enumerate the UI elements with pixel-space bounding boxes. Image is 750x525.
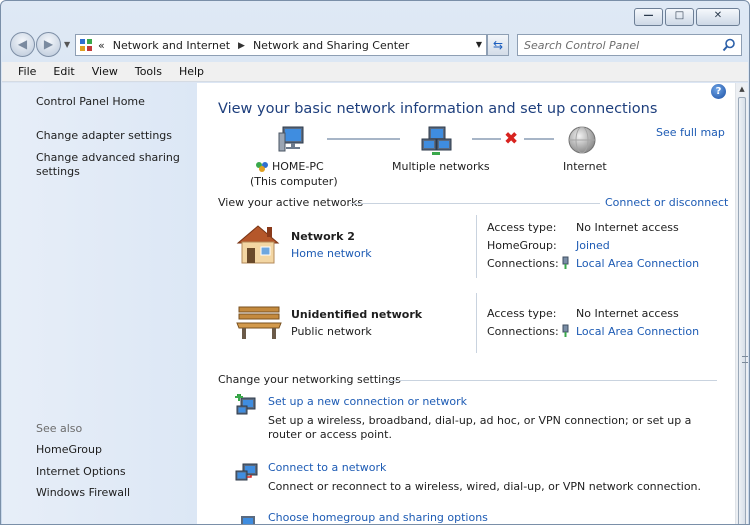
public-network-bench-icon[interactable] bbox=[235, 303, 283, 341]
connection-line-network-left bbox=[472, 138, 501, 140]
menu-view[interactable]: View bbox=[84, 62, 127, 81]
local-area-connection-link[interactable]: Local Area Connection bbox=[576, 325, 699, 338]
choose-homegroup-sharing-link[interactable]: Choose homegroup and sharing options bbox=[268, 511, 488, 524]
connections-label: Connections: bbox=[487, 325, 559, 338]
unidentified-network-divider bbox=[476, 293, 477, 353]
vertical-scrollbar[interactable]: ▲ bbox=[735, 83, 748, 524]
search-input[interactable] bbox=[518, 35, 713, 55]
access-type-value: No Internet access bbox=[576, 307, 679, 320]
no-connection-x-icon[interactable]: ✖ bbox=[504, 131, 518, 148]
home-network-link[interactable]: Home network bbox=[291, 247, 372, 260]
forward-button[interactable]: ▶ bbox=[36, 32, 61, 57]
homegroup-icon bbox=[256, 162, 268, 172]
menu-edit[interactable]: Edit bbox=[45, 62, 83, 81]
change-adapter-settings-link[interactable]: Change adapter settings bbox=[36, 129, 172, 143]
address-dropdown-icon[interactable]: ▼ bbox=[476, 40, 482, 49]
connect-to-network-description: Connect or reconnect to a wireless, wire… bbox=[268, 480, 702, 493]
change-settings-label: Change your networking settings bbox=[218, 373, 401, 386]
change-settings-rule bbox=[386, 380, 717, 381]
homegroup-joined-link[interactable]: Joined bbox=[576, 239, 610, 252]
back-button[interactable]: ◀ bbox=[10, 32, 35, 57]
see-full-map-link[interactable]: See full map bbox=[656, 126, 725, 139]
search-box[interactable] bbox=[517, 34, 742, 56]
search-icon[interactable] bbox=[722, 38, 736, 52]
scrollbar-grip-icon bbox=[742, 356, 748, 363]
internet-label: Internet bbox=[563, 160, 607, 173]
window-frame: — □ ✕ ◀ ▶ ▼ « Network and Internet ▶ Net… bbox=[0, 0, 750, 525]
internet-globe-icon[interactable] bbox=[567, 125, 597, 155]
ethernet-icon bbox=[562, 256, 569, 269]
network-2-name: Network 2 bbox=[291, 230, 355, 243]
help-icon[interactable]: ? bbox=[711, 84, 726, 99]
close-button[interactable]: ✕ bbox=[696, 8, 740, 26]
windows-firewall-link[interactable]: Windows Firewall bbox=[36, 486, 130, 500]
local-area-connection-link[interactable]: Local Area Connection bbox=[576, 257, 699, 270]
access-type-label: Access type: bbox=[487, 221, 557, 234]
menu-help[interactable]: Help bbox=[171, 62, 213, 81]
task-pane: Control Panel Home Change adapter settin… bbox=[2, 83, 197, 524]
multiple-networks-icon[interactable] bbox=[420, 125, 452, 157]
connection-line-network-right bbox=[524, 138, 554, 140]
this-computer-caption: (This computer) bbox=[250, 175, 338, 188]
recent-pages-dropdown-icon[interactable]: ▼ bbox=[64, 40, 70, 49]
forward-arrow-icon: ▶ bbox=[43, 37, 54, 51]
breadcrumb-network-and-sharing-center[interactable]: Network and Sharing Center bbox=[253, 39, 409, 52]
see-also-label: See also bbox=[36, 422, 83, 435]
internet-options-link[interactable]: Internet Options bbox=[36, 465, 126, 479]
breadcrumb: « Network and Internet ▶ Network and Sha… bbox=[98, 39, 409, 52]
address-bar[interactable]: « Network and Internet ▶ Network and Sha… bbox=[75, 34, 487, 56]
refresh-icon: ⇆ bbox=[492, 38, 504, 52]
menu-file[interactable]: File bbox=[10, 62, 45, 81]
scroll-up-icon[interactable]: ▲ bbox=[736, 85, 748, 93]
connect-to-network-link[interactable]: Connect to a network bbox=[268, 461, 386, 474]
connection-line-computer-network bbox=[327, 138, 400, 140]
close-icon: ✕ bbox=[713, 10, 723, 21]
page-title: View your basic network information and … bbox=[218, 101, 658, 117]
connect-or-disconnect-link[interactable]: Connect or disconnect bbox=[605, 196, 728, 209]
control-panel-home-link[interactable]: Control Panel Home bbox=[36, 95, 145, 109]
maximize-icon: □ bbox=[674, 10, 685, 21]
ethernet-icon bbox=[562, 324, 569, 337]
breadcrumb-separator-icon[interactable]: ▶ bbox=[238, 41, 245, 51]
change-advanced-sharing-settings-link[interactable]: Change advanced sharing settings bbox=[36, 151, 186, 179]
refresh-button[interactable]: ⇆ bbox=[487, 34, 509, 56]
window-caption-buttons: — □ ✕ bbox=[634, 8, 740, 26]
access-type-value: No Internet access bbox=[576, 221, 679, 234]
homegroup-label: HomeGroup: bbox=[487, 239, 557, 252]
back-arrow-icon: ◀ bbox=[17, 37, 28, 51]
minimize-button[interactable]: — bbox=[634, 8, 663, 26]
multiple-networks-label: Multiple networks bbox=[392, 160, 490, 173]
homegroup-sharing-icon[interactable] bbox=[235, 513, 259, 525]
network-2-divider bbox=[476, 215, 477, 278]
homegroup-link[interactable]: HomeGroup bbox=[36, 443, 102, 457]
connections-label: Connections: bbox=[487, 257, 559, 270]
active-networks-label: View your active networks bbox=[218, 196, 364, 209]
new-connection-icon[interactable] bbox=[235, 394, 259, 416]
navigation-bar: ◀ ▶ ▼ « Network and Internet ▶ Network a… bbox=[1, 31, 749, 59]
home-network-house-icon[interactable] bbox=[234, 223, 282, 265]
menu-tools[interactable]: Tools bbox=[127, 62, 171, 81]
unidentified-network-name: Unidentified network bbox=[291, 308, 423, 321]
connect-to-network-icon[interactable] bbox=[235, 461, 259, 483]
maximize-button[interactable]: □ bbox=[665, 8, 694, 26]
setup-new-connection-description: Set up a wireless, broadband, dial-up, a… bbox=[268, 414, 692, 441]
menu-bar: File Edit View Tools Help bbox=[2, 62, 748, 82]
access-type-label: Access type: bbox=[487, 307, 557, 320]
scrollbar-thumb[interactable] bbox=[738, 97, 748, 524]
breadcrumb-overflow[interactable]: « bbox=[98, 39, 105, 52]
minimize-icon: — bbox=[643, 10, 654, 21]
setup-new-connection-link[interactable]: Set up a new connection or network bbox=[268, 395, 467, 408]
public-network-label: Public network bbox=[291, 325, 372, 338]
computer-name-label: HOME-PC bbox=[272, 160, 324, 173]
control-panel-icon bbox=[80, 39, 93, 51]
active-networks-rule bbox=[350, 203, 600, 204]
breadcrumb-network-and-internet[interactable]: Network and Internet bbox=[113, 39, 230, 52]
computer-icon[interactable] bbox=[277, 125, 307, 157]
